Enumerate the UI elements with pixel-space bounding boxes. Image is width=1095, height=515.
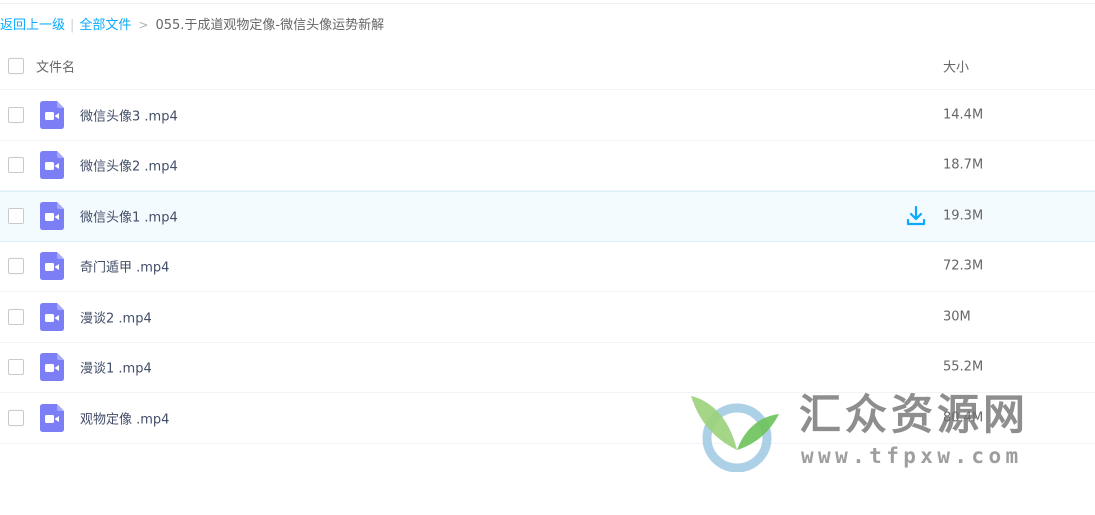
file-name[interactable]: 漫谈1 .mp4: [80, 358, 152, 377]
breadcrumb-arrow: >: [138, 18, 149, 32]
table-row[interactable]: 微信头像2 .mp4 18.7M: [0, 141, 1095, 191]
row-checkbox[interactable]: [8, 208, 24, 225]
table-row[interactable]: 漫谈1 .mp4 55.2M: [0, 343, 1095, 393]
video-file-icon[interactable]: [40, 151, 64, 180]
file-size: 72.3M: [943, 258, 984, 274]
file-size: 55.2M: [943, 359, 984, 375]
table-row[interactable]: 观物定像 .mp4 80.4M: [0, 393, 1095, 444]
video-file-icon[interactable]: [40, 302, 64, 331]
file-list: 文件名 大小 微信头像3 .mp4 14.4M 微信头像2 .mp4 18.7M 微信头…: [0, 42, 1095, 444]
table-row[interactable]: 漫谈2 .mp4 30M: [0, 292, 1095, 343]
breadcrumb-separator: |: [70, 18, 75, 33]
table-row[interactable]: 奇门遁甲 .mp4 72.3M: [0, 242, 1095, 292]
row-checkbox[interactable]: [8, 308, 24, 325]
column-header-name[interactable]: 文件名: [36, 56, 75, 75]
video-file-icon[interactable]: [40, 403, 64, 432]
video-file-icon[interactable]: [40, 353, 64, 382]
back-link[interactable]: 返回上一级: [0, 18, 65, 33]
video-file-icon[interactable]: [40, 202, 64, 231]
file-name[interactable]: 观物定像 .mp4: [80, 408, 169, 427]
file-name[interactable]: 微信头像3 .mp4: [80, 105, 178, 124]
video-file-icon[interactable]: [40, 252, 64, 281]
breadcrumb: 返回上一级 | 全部文件 >055.于成道观物定像-微信头像运势新解: [0, 16, 384, 34]
file-size: 19.3M: [943, 208, 984, 224]
file-size: 30M: [943, 309, 971, 325]
file-name[interactable]: 奇门遁甲 .mp4: [80, 257, 169, 276]
watermark-url: www.tfpxw.com: [801, 444, 1023, 468]
row-checkbox[interactable]: [8, 157, 24, 174]
row-checkbox[interactable]: [8, 359, 24, 376]
video-file-icon[interactable]: [40, 100, 64, 129]
current-folder-name: 055.于成道观物定像-微信头像运势新解: [155, 18, 385, 33]
table-row[interactable]: 微信头像3 .mp4 14.4M: [0, 90, 1095, 141]
select-all-checkbox[interactable]: [8, 57, 24, 74]
row-checkbox[interactable]: [8, 409, 24, 426]
top-divider: [0, 0, 1095, 4]
file-size: 80.4M: [943, 410, 984, 426]
table-header: 文件名 大小: [0, 42, 1095, 90]
file-name[interactable]: 微信头像2 .mp4: [80, 156, 178, 175]
download-icon[interactable]: [905, 205, 927, 227]
all-files-link[interactable]: 全部文件: [79, 18, 131, 33]
row-checkbox[interactable]: [8, 258, 24, 275]
table-row[interactable]: 微信头像1 .mp4 19.3M: [0, 191, 1095, 242]
column-header-size[interactable]: 大小: [943, 56, 969, 75]
row-checkbox[interactable]: [8, 106, 24, 123]
file-name[interactable]: 漫谈2 .mp4: [80, 307, 152, 326]
file-size: 14.4M: [943, 107, 984, 123]
file-name[interactable]: 微信头像1 .mp4: [80, 207, 178, 226]
file-size: 18.7M: [943, 157, 984, 173]
